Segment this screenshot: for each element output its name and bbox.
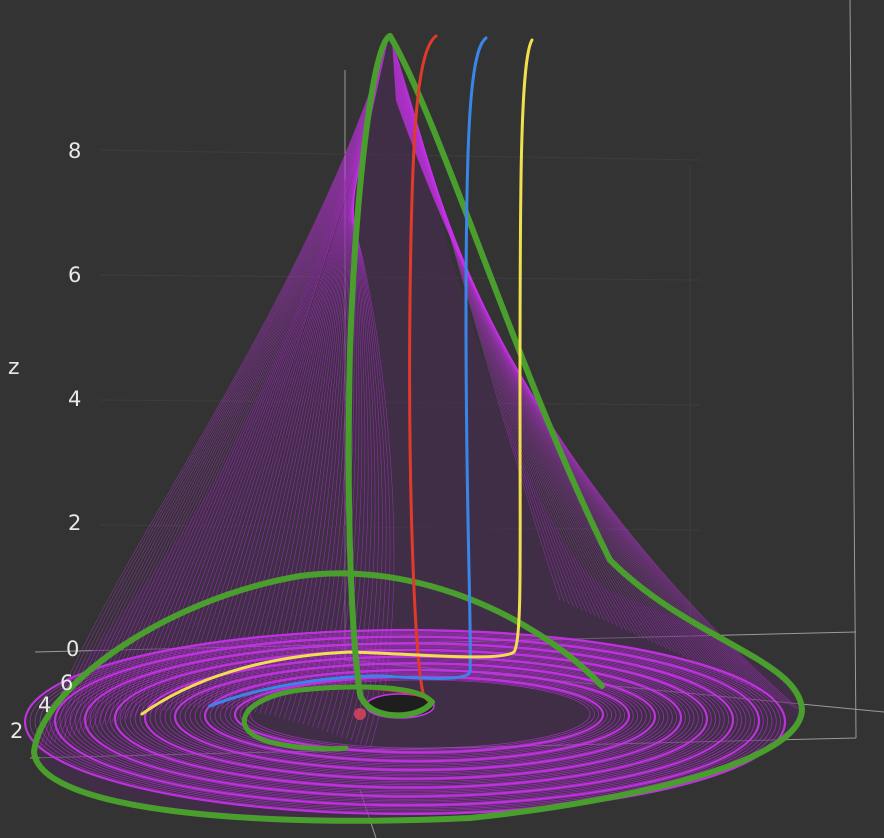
y-tick-6: 6: [60, 671, 73, 695]
z-tick-4: 4: [68, 387, 81, 411]
axis-ticks: 8 6 4 2 0 6 4 2 z: [8, 139, 81, 743]
y-tick-4: 4: [38, 693, 51, 717]
z-tick-0: 0: [66, 637, 79, 661]
z-tick-6: 6: [68, 263, 81, 287]
z-tick-8: 8: [68, 139, 81, 163]
y-tick-2: 2: [10, 719, 23, 743]
start-point-marker: [354, 708, 366, 720]
z-tick-2: 2: [68, 511, 81, 535]
grid-line: [849, 0, 857, 739]
attractor-plot: 8 6 4 2 0 6 4 2 z: [8, 0, 884, 838]
z-axis-label: z: [8, 355, 20, 380]
